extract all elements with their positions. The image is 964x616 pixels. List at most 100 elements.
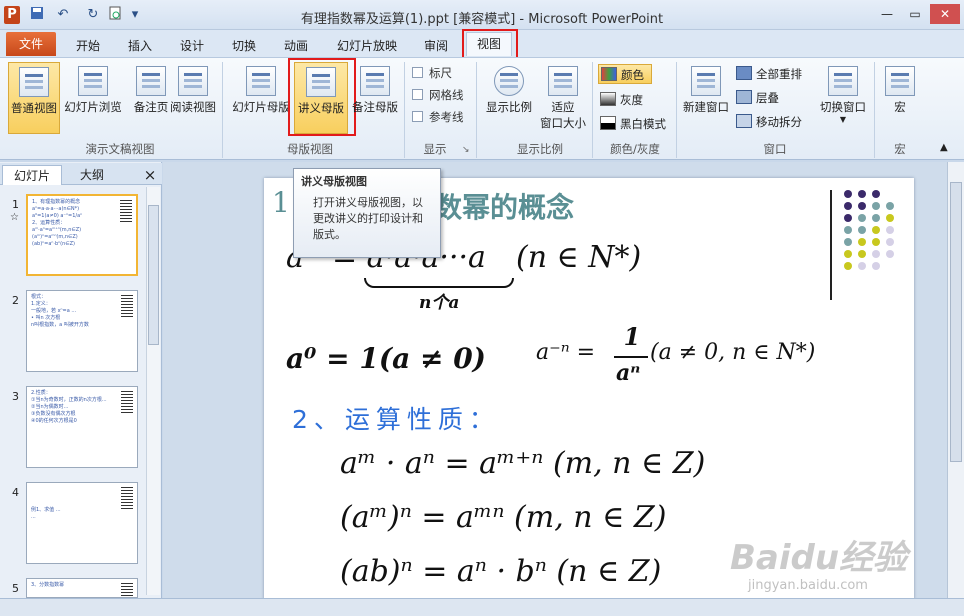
baidu-watermark: Baidu经验 [730, 538, 908, 578]
print-preview-icon[interactable] [106, 6, 124, 24]
minimize-button[interactable]: — [874, 4, 900, 24]
separator [404, 62, 405, 158]
macros-button[interactable]: 宏 [880, 62, 920, 120]
rule-product: aᵐ · aⁿ = aᵐ⁺ⁿ (m, n ∈ Z) [340, 446, 706, 481]
new-window-button[interactable]: 新建窗口 [680, 62, 732, 120]
title-bar: 有理指数幂及运算(1).ppt [兼容模式] - Microsoft Power… [0, 0, 964, 30]
group-zoom: 显示比例 [517, 142, 563, 156]
fit-to-window-button[interactable]: 适应 窗口大小 [536, 62, 590, 134]
section-heading-properties: 2、运算性质： [292, 405, 500, 434]
redo-icon[interactable]: ↻ [84, 6, 102, 24]
tab-home[interactable]: 开始 [68, 36, 108, 56]
view-tab-highlight [462, 29, 518, 59]
gridlines-checkbox[interactable]: 网格线 [412, 86, 464, 104]
slide-number: 2 [12, 294, 19, 307]
slide-thumbnail-4[interactable]: 例1、求值 ...... [26, 482, 138, 564]
notes-master-button[interactable]: 备注母版 [350, 62, 400, 120]
cascade-button[interactable]: 层叠 [736, 88, 779, 108]
equation-zero-power: a⁰ = 1(a ≠ 0) [286, 342, 486, 375]
group-window: 窗口 [763, 142, 787, 156]
tab-file[interactable]: 文件 [6, 32, 56, 56]
slide-thumbnail-2[interactable]: 根式： 1.定义： 一般地，若 xⁿ=a ... • 叫n 次方根 n叫根指数，a 叫被… [26, 290, 138, 372]
tab-review[interactable]: 审阅 [414, 36, 458, 56]
guides-checkbox[interactable]: 参考线 [412, 108, 464, 126]
slide-master-icon [246, 66, 276, 96]
slide-sorter-icon [78, 66, 108, 96]
notes-master-label: 备注母版 [352, 100, 398, 114]
grayscale-swatch-icon [600, 92, 616, 106]
tab-insert[interactable]: 插入 [120, 36, 160, 56]
new-window-icon [691, 66, 721, 96]
slide-heading: 数幂的概念 [434, 191, 575, 224]
slide-number: 5 [12, 582, 19, 595]
normal-view-label: 普通视图 [11, 101, 57, 115]
tab-slideshow[interactable]: 幻灯片放映 [330, 36, 404, 56]
separator [222, 62, 223, 158]
slide-sorter-button[interactable]: 幻灯片浏览 [62, 62, 124, 120]
tab-transitions[interactable]: 切换 [224, 36, 264, 56]
move-split-label: 移动拆分 [756, 115, 802, 129]
notes-master-icon [360, 66, 390, 96]
guides-label: 参考线 [429, 110, 464, 124]
slide-thumbnail-5[interactable]: 3、分数指数幂 [26, 578, 138, 598]
equation-negative-power-left: a⁻ⁿ = [536, 340, 596, 365]
switch-windows-label: 切换窗口 [820, 100, 866, 114]
rule-power-of-power: (aᵐ)ⁿ = aᵐⁿ (m, n ∈ Z) [340, 500, 667, 535]
normal-view-button[interactable]: 普通视图 [8, 62, 60, 134]
reading-view-button[interactable]: 阅读视图 [168, 62, 218, 120]
reading-view-icon [178, 66, 208, 96]
cascade-icon [736, 90, 752, 104]
color-swatch-icon [601, 67, 617, 81]
cascade-label: 层叠 [756, 91, 779, 105]
window-title: 有理指数幂及运算(1).ppt [兼容模式] - Microsoft Power… [300, 12, 664, 27]
tooltip-title: 讲义母版视图 [301, 175, 367, 188]
slide-area-scrollbar[interactable] [947, 162, 964, 598]
gridlines-label: 网格线 [429, 88, 464, 102]
powerpoint-app-icon[interactable]: P [4, 6, 20, 24]
save-icon[interactable] [28, 6, 46, 24]
zoom-button[interactable]: 显示比例 [482, 62, 536, 120]
slide-number: 1 [12, 198, 19, 211]
grayscale-button[interactable]: 灰度 [600, 90, 643, 110]
tab-animations[interactable]: 动画 [276, 36, 316, 56]
close-window-button[interactable]: ✕ [930, 4, 960, 24]
switch-windows-button[interactable]: 切换窗口 ▼ [816, 62, 870, 124]
arrange-all-icon [736, 66, 752, 80]
color-button[interactable]: 颜色 [598, 64, 652, 84]
show-dialog-launcher-icon[interactable]: ↘ [462, 145, 470, 155]
maximize-button[interactable]: ▭ [902, 4, 928, 24]
equation-negative-power-domain: (a ≠ 0, n ∈ N*) [650, 340, 816, 365]
color-label: 颜色 [621, 68, 644, 82]
slide-thumbnail-1[interactable]: 1、有理指数幂的概念 aⁿ=a·a·a···a(n∈N*) a⁰=1(a≠0) a⁻… [26, 194, 138, 276]
slide-number: 4 [12, 486, 19, 499]
group-color-grayscale: 颜色/灰度 [610, 142, 660, 156]
tab-design[interactable]: 设计 [172, 36, 212, 56]
group-master-views: 母版视图 [287, 142, 333, 156]
slide-master-button[interactable]: 幻灯片母版 [230, 62, 292, 120]
switch-windows-icon [828, 66, 858, 96]
ruler-checkbox[interactable]: 标尺 [412, 64, 452, 82]
group-presentation-views: 演示文稿视图 [85, 142, 155, 156]
handout-master-tooltip: 讲义母版视图 打开讲义母版视图，以更改讲义的打印设计和版式。 [293, 168, 441, 258]
notes-page-icon [136, 66, 166, 96]
customize-qat-icon[interactable]: ▾ [130, 6, 140, 24]
slide-thumbnail-3[interactable]: 2.性质： ①当n为奇数时，正数的n次方根... ②当n为偶数时... ③负数没有偶次… [26, 386, 138, 468]
tooltip-description: 打开讲义母版视图，以更改讲义的打印设计和版式。 [313, 196, 423, 241]
arrange-all-button[interactable]: 全部重排 [736, 64, 802, 84]
slides-pane-scrollbar[interactable] [146, 187, 160, 595]
fraction-numerator: 1 [623, 322, 641, 351]
black-white-swatch-icon [600, 116, 616, 130]
tab-outline[interactable]: 大纲 [64, 165, 120, 185]
fraction-bar [614, 356, 648, 358]
close-pane-icon[interactable]: × [140, 165, 160, 185]
chevron-down-icon: ▼ [839, 115, 847, 124]
slide-sorter-label: 幻灯片浏览 [64, 100, 122, 114]
move-split-button[interactable]: 移动拆分 [736, 112, 802, 132]
separator [476, 62, 477, 158]
collapse-ribbon-icon[interactable]: ▲ [940, 142, 948, 153]
tab-slides[interactable]: 幻灯片 [2, 165, 62, 185]
black-white-button[interactable]: 黑白模式 [600, 114, 666, 134]
horizontal-scrollbar[interactable] [0, 598, 964, 616]
macros-icon [885, 66, 915, 96]
undo-icon[interactable]: ↶ [52, 6, 74, 24]
